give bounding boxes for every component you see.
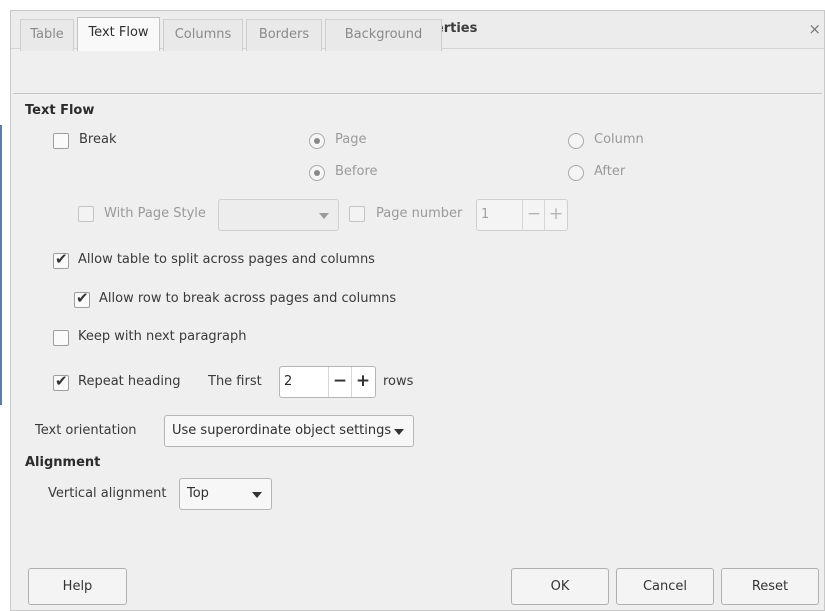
before-radio[interactable]	[309, 165, 325, 181]
page-radio[interactable]	[309, 133, 325, 149]
allow-split-label: Allow table to split across pages and co…	[78, 252, 375, 267]
reset-button[interactable]: Reset	[721, 568, 819, 605]
checkmark-icon: ✔	[76, 289, 89, 307]
keep-with-next-label: Keep with next paragraph	[78, 329, 247, 344]
allow-row-break-checkbox[interactable]: ✔	[74, 289, 90, 308]
page-number-spinner[interactable]: 1 − +	[476, 199, 568, 231]
chevron-down-icon	[319, 213, 329, 219]
chevron-down-icon	[394, 429, 404, 435]
page-number-value: 1	[481, 207, 490, 222]
table-properties-dialog: Table Properties × Table Text Flow Colum…	[10, 10, 825, 611]
column-radio[interactable]	[568, 133, 584, 149]
break-checkbox[interactable]	[53, 133, 69, 149]
the-first-label: The first	[208, 374, 262, 389]
allow-row-break-label: Allow row to break across pages and colu…	[99, 291, 397, 306]
vertical-alignment-combo[interactable]: Top	[179, 478, 272, 510]
window-edge-mark	[0, 125, 2, 405]
keep-with-next-checkbox[interactable]	[53, 330, 69, 346]
vertical-alignment-value: Top	[187, 486, 209, 501]
rows-label: rows	[383, 374, 414, 389]
tab-columns[interactable]: Columns	[163, 19, 243, 51]
after-radio[interactable]	[568, 165, 584, 181]
tab-text-flow[interactable]: Text Flow	[77, 17, 160, 51]
heading-rows-spinner[interactable]: 2 − +	[279, 366, 376, 398]
text-orientation-value: Use superordinate object settings	[172, 423, 392, 438]
decrement-button[interactable]: −	[328, 367, 351, 397]
with-page-style-label: With Page Style	[104, 206, 206, 221]
tab-borders[interactable]: Borders	[246, 19, 322, 51]
text-orientation-combo[interactable]: Use superordinate object settings	[164, 415, 414, 447]
text-orientation-label: Text orientation	[35, 423, 137, 438]
alignment-heading: Alignment	[25, 455, 101, 470]
allow-split-checkbox[interactable]: ✔	[53, 250, 69, 269]
ok-button[interactable]: OK	[511, 568, 609, 605]
page-number-checkbox[interactable]	[349, 206, 365, 222]
radio-selected-dot	[314, 138, 320, 144]
before-radio-label: Before	[335, 164, 378, 179]
increment-button[interactable]: +	[351, 367, 374, 397]
checkmark-icon: ✔	[55, 250, 68, 268]
break-label: Break	[79, 132, 117, 147]
radio-selected-dot	[314, 170, 320, 176]
repeat-heading-label: Repeat heading	[78, 374, 181, 389]
tab-table[interactable]: Table	[20, 19, 74, 51]
repeat-heading-checkbox[interactable]: ✔	[53, 372, 69, 391]
increment-button[interactable]: +	[544, 200, 567, 230]
decrement-button[interactable]: −	[522, 200, 545, 230]
page-radio-label: Page	[335, 132, 367, 147]
cancel-button[interactable]: Cancel	[616, 568, 714, 605]
vertical-alignment-label: Vertical alignment	[48, 486, 167, 501]
tab-background[interactable]: Background	[325, 19, 442, 51]
heading-rows-value: 2	[284, 374, 293, 389]
with-page-style-checkbox[interactable]	[78, 206, 94, 222]
page-style-combo[interactable]	[218, 199, 339, 231]
text-flow-heading: Text Flow	[25, 103, 95, 118]
after-radio-label: After	[594, 164, 626, 179]
chevron-down-icon	[252, 492, 262, 498]
close-icon[interactable]: ×	[808, 20, 821, 38]
tab-divider	[13, 93, 822, 94]
column-radio-label: Column	[594, 132, 644, 147]
page-number-label: Page number	[376, 206, 463, 221]
help-button[interactable]: Help	[28, 568, 127, 605]
checkmark-icon: ✔	[55, 372, 68, 390]
